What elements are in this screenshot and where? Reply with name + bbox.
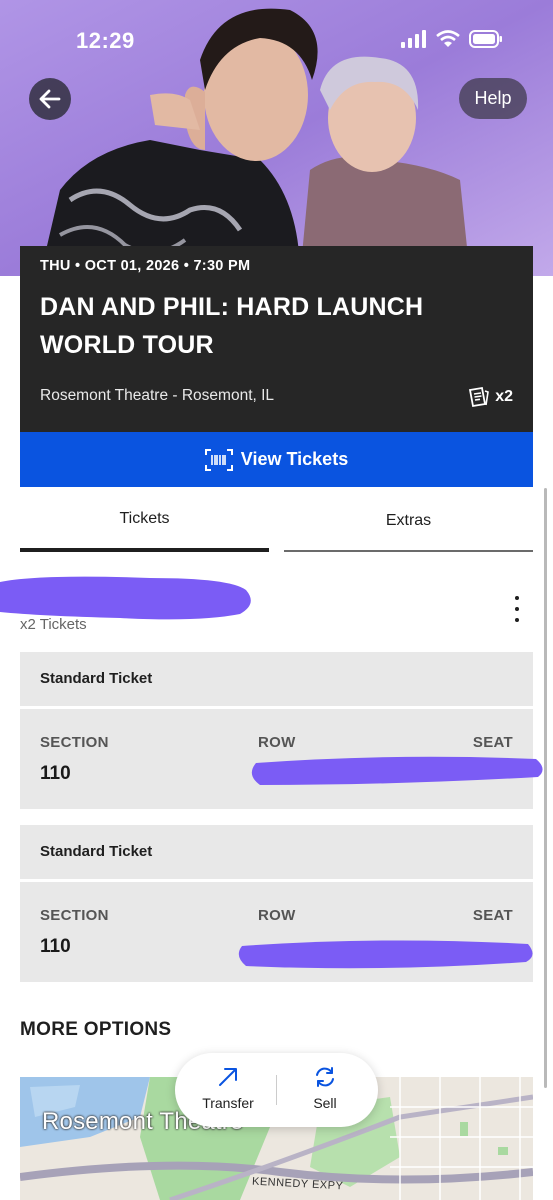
event-venue: Rosemont Theatre - Rosemont, IL (40, 387, 275, 404)
row-label: ROW (258, 907, 296, 924)
section-value: 110 (40, 936, 71, 957)
redaction-mark (0, 576, 251, 620)
ticket-card[interactable]: Standard Ticket SECTION 110 ROW SEAT (20, 825, 533, 982)
ticket-quantity: x2 (467, 385, 513, 409)
view-tickets-label: View Tickets (240, 449, 349, 469)
ticket-details: SECTION 110 ROW SEAT (20, 882, 533, 982)
more-options-menu-button[interactable] (507, 596, 527, 622)
transfer-label: Transfer (202, 1095, 254, 1111)
tab-tickets[interactable]: Tickets (20, 498, 269, 552)
sell-button[interactable]: Sell (275, 1065, 375, 1111)
sell-label: Sell (313, 1095, 337, 1111)
sell-refresh-icon (316, 1067, 334, 1087)
seat-label: SEAT (472, 907, 513, 924)
event-info-card: THU • OCT 01, 2026 • 7:30 PM DAN AND PHI… (20, 246, 533, 432)
cellular-signal-icon (401, 30, 426, 48)
seat-label: SEAT (472, 734, 513, 751)
tab-extras-label: Extras (385, 512, 432, 529)
row-label: ROW (258, 734, 296, 751)
tickets-icon (469, 386, 490, 408)
battery-icon (469, 30, 502, 48)
tab-extras[interactable]: Extras (284, 498, 533, 552)
ticket-type: Standard Ticket (20, 825, 533, 879)
ticket-details: SECTION 110 ROW SEAT (20, 709, 543, 809)
view-tickets-button[interactable]: View Tickets (20, 432, 533, 487)
arrow-left-icon (39, 89, 61, 109)
barcode-icon (204, 448, 233, 471)
ticket-quantity-label: x2 (495, 388, 513, 405)
section-value: 110 (40, 763, 71, 784)
status-icons (401, 30, 503, 48)
section-label: SECTION (40, 734, 109, 751)
tab-tickets-label: Tickets (119, 510, 170, 527)
status-bar: 12:29 (0, 0, 553, 80)
section-label: SECTION (40, 907, 109, 924)
transfer-arrow-icon (219, 1068, 237, 1086)
dot (515, 596, 519, 600)
transfer-button[interactable]: Transfer (178, 1065, 278, 1111)
back-button[interactable] (29, 78, 71, 120)
event-hero-image: 12:29 Help (0, 0, 553, 276)
ticket-type: Standard Ticket (20, 652, 533, 706)
dot (515, 618, 519, 622)
dot (515, 607, 519, 611)
wifi-icon (436, 30, 460, 47)
redaction-mark (251, 756, 543, 785)
tickets-count: x2 Tickets (20, 616, 87, 633)
ticket-actions-pill: Transfer Sell (175, 1053, 378, 1127)
help-button[interactable]: Help (459, 78, 527, 119)
redaction-mark (238, 940, 533, 969)
status-time: 12:29 (76, 28, 135, 53)
more-options-heading: MORE OPTIONS (20, 1019, 172, 1040)
ticket-card[interactable]: Standard Ticket SECTION 110 ROW SEAT (20, 652, 543, 809)
event-date: THU • OCT 01, 2026 • 7:30 PM (40, 258, 251, 274)
event-title: DAN AND PHIL: HARD LAUNCH WORLD TOUR (40, 293, 424, 359)
